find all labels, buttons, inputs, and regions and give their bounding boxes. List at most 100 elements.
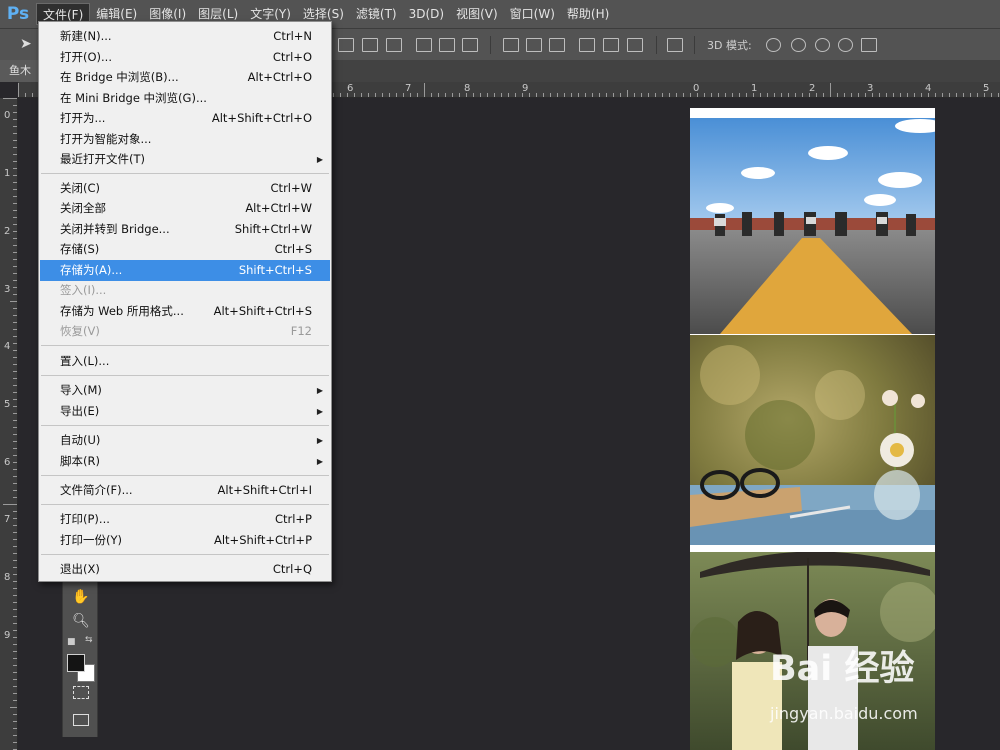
ruler-tick: [13, 182, 17, 183]
ruler-tick: [802, 93, 803, 97]
distribute-left-icon[interactable]: [579, 38, 595, 52]
ruler-tick: [13, 623, 17, 624]
3d-pan-icon[interactable]: [815, 38, 830, 52]
ruler-tick: [13, 147, 17, 148]
move-tool-icon[interactable]: ➤: [20, 36, 32, 52]
menu-item-label: 打开(O)...: [60, 50, 112, 64]
menu-item-recent-files[interactable]: 最近打开文件(T) ▶: [40, 149, 330, 170]
menu-item-close-go-bridge[interactable]: 关闭并转到 Bridge... Shift+Ctrl+W: [40, 219, 330, 240]
menu-3d[interactable]: 3D(D): [403, 3, 450, 25]
ruler-tick: [13, 651, 17, 652]
ruler-tick: [452, 93, 453, 97]
ruler-tick: [13, 497, 17, 498]
menu-item-save-as[interactable]: 存储为(A)... Shift+Ctrl+S: [40, 260, 330, 281]
menu-item-close[interactable]: 关闭(C) Ctrl+W: [40, 178, 330, 199]
ruler-tick: [837, 93, 838, 97]
swap-colors-icon[interactable]: ⇆: [85, 635, 93, 645]
separator: [490, 36, 491, 54]
menu-item-close-all[interactable]: 关闭全部 Alt+Ctrl+W: [40, 198, 330, 219]
align-vcenter-icon[interactable]: [362, 38, 378, 52]
align-bottom-icon[interactable]: [386, 38, 402, 52]
ruler-tick: [13, 728, 17, 729]
menu-item-shortcut: Ctrl+S: [274, 242, 312, 256]
document-tab[interactable]: 鱼木: [0, 60, 40, 82]
separator: [656, 36, 657, 54]
ruler-tick: [753, 93, 754, 97]
foreground-color-swatch[interactable]: [67, 654, 85, 672]
3d-slide-icon[interactable]: [838, 38, 853, 52]
3d-rotate-icon[interactable]: [766, 38, 781, 52]
menu-view[interactable]: 视图(V): [450, 3, 504, 25]
menu-item-label: 脚本(R): [60, 454, 100, 468]
ruler-tick: [13, 525, 17, 526]
align-top-icon[interactable]: [338, 38, 354, 52]
ruler-tick: [886, 93, 887, 97]
ruler-tick: [466, 93, 467, 97]
ruler-tick: [354, 93, 355, 97]
distribute-hcenter-icon[interactable]: [603, 38, 619, 52]
3d-scale-icon[interactable]: [861, 38, 877, 52]
menu-item-label: 导入(M): [60, 383, 102, 397]
menu-item-print[interactable]: 打印(P)... Ctrl+P: [40, 509, 330, 530]
ruler-tick: [13, 343, 17, 344]
screen-mode-icon[interactable]: [73, 714, 89, 726]
ruler-tick: [13, 434, 17, 435]
menu-item-export[interactable]: 导出(E) ▶: [40, 401, 330, 422]
ruler-tick: [592, 93, 593, 97]
distribute-vcenter-icon[interactable]: [526, 38, 542, 52]
menu-filter[interactable]: 滤镜(T): [350, 3, 403, 25]
photoshop-logo: Ps: [6, 4, 30, 24]
distribute-bottom-icon[interactable]: [549, 38, 565, 52]
menu-item-open-as[interactable]: 打开为... Alt+Shift+Ctrl+O: [40, 108, 330, 129]
ruler-tick: [515, 93, 516, 97]
ruler-tick: [13, 658, 17, 659]
ruler-tick: [10, 707, 17, 708]
ruler-tick: [13, 602, 17, 603]
menu-item-label: 关闭全部: [60, 201, 106, 215]
menu-item-print-one-copy[interactable]: 打印一份(Y) Alt+Shift+Ctrl+P: [40, 530, 330, 551]
menu-item-open-smart-object[interactable]: 打开为智能对象...: [40, 129, 330, 150]
ruler-tick: [718, 93, 719, 97]
menu-item-revert[interactable]: 恢复(V) F12: [40, 321, 330, 342]
ruler-tick: [13, 532, 17, 533]
menu-item-new[interactable]: 新建(N)... Ctrl+N: [40, 26, 330, 47]
auto-align-icon[interactable]: [667, 38, 683, 52]
ruler-tick: [13, 133, 17, 134]
quick-mask-icon[interactable]: [73, 686, 89, 699]
menu-item-file-info[interactable]: 文件简介(F)... Alt+Shift+Ctrl+I: [40, 480, 330, 501]
ruler-tick: [13, 252, 17, 253]
align-right-icon[interactable]: [462, 38, 478, 52]
menu-item-browse-bridge[interactable]: 在 Bridge 中浏览(B)... Alt+Ctrl+O: [40, 67, 330, 88]
menu-item-shortcut: Ctrl+W: [270, 181, 312, 195]
ruler-tick: [697, 93, 698, 97]
menu-item-label: 关闭并转到 Bridge...: [60, 222, 170, 236]
distribute-top-icon[interactable]: [503, 38, 519, 52]
menu-item-save-for-web[interactable]: 存储为 Web 所用格式... Alt+Shift+Ctrl+S: [40, 301, 330, 322]
ruler-tick: [970, 93, 971, 97]
menu-item-open[interactable]: 打开(O)... Ctrl+O: [40, 47, 330, 68]
ruler-tick: [13, 609, 17, 610]
menu-item-place[interactable]: 置入(L)...: [40, 351, 330, 372]
zoom-tool-icon[interactable]: 🔍︎: [72, 612, 90, 630]
menu-item-automate[interactable]: 自动(U) ▶: [40, 430, 330, 451]
menu-window[interactable]: 窗口(W): [504, 3, 561, 25]
distribute-right-icon[interactable]: [627, 38, 643, 52]
menu-item-browse-mini-bridge[interactable]: 在 Mini Bridge 中浏览(G)...: [40, 88, 330, 109]
menu-item-check-in[interactable]: 签入(I)...: [40, 280, 330, 301]
menu-item-exit[interactable]: 退出(X) Ctrl+Q: [40, 559, 330, 580]
menu-item-import[interactable]: 导入(M) ▶: [40, 380, 330, 401]
align-hcenter-icon[interactable]: [439, 38, 455, 52]
align-left-icon[interactable]: [416, 38, 432, 52]
menu-item-label: 打开为智能对象...: [60, 132, 152, 146]
3d-roll-icon[interactable]: [791, 38, 806, 52]
menu-item-save[interactable]: 存储(S) Ctrl+S: [40, 239, 330, 260]
menu-item-shortcut: Shift+Ctrl+W: [234, 222, 312, 236]
ruler-tick: [851, 93, 852, 97]
menu-help[interactable]: 帮助(H): [561, 3, 615, 25]
hand-tool-icon[interactable]: ✋: [72, 588, 90, 606]
menu-separator: [41, 554, 329, 555]
menu-item-scripts[interactable]: 脚本(R) ▶: [40, 451, 330, 472]
ruler-tick: [13, 413, 17, 414]
ruler-tick: [13, 595, 17, 596]
default-colors-icon[interactable]: ■: [67, 637, 76, 647]
